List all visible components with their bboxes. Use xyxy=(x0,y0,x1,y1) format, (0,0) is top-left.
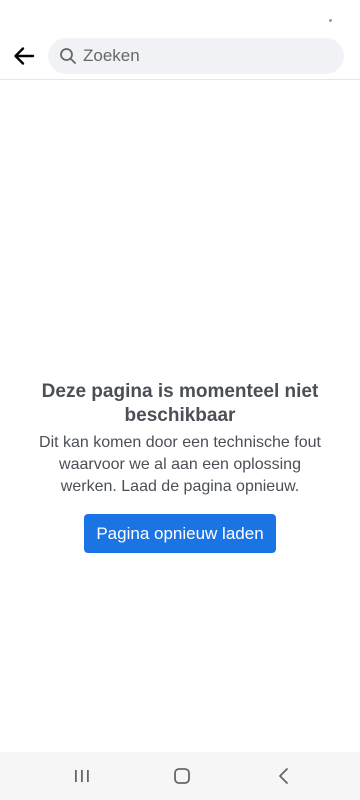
error-title: Deze pagina is momenteel niet beschikbaa… xyxy=(41,381,319,426)
back-arrow-icon xyxy=(14,47,35,65)
error-message: Dit kan komen door een technische fout w… xyxy=(39,434,321,495)
screen: Deze pagina is momenteel niet beschikbaa… xyxy=(0,0,360,800)
system-navigation-bar xyxy=(0,752,360,800)
status-bar xyxy=(0,0,360,30)
recents-icon xyxy=(75,770,89,782)
nav-back-button[interactable] xyxy=(254,752,314,800)
home-button[interactable] xyxy=(152,752,212,800)
search-box[interactable] xyxy=(48,38,344,74)
status-indicator-icon xyxy=(329,19,332,22)
error-block: Deze pagina is momenteel niet beschikbaa… xyxy=(0,380,360,553)
top-bar xyxy=(0,30,360,80)
search-input[interactable] xyxy=(83,46,323,66)
search-icon xyxy=(59,47,77,65)
nav-back-icon xyxy=(279,768,288,784)
back-button[interactable] xyxy=(8,38,40,74)
reload-page-button[interactable]: Pagina opnieuw laden xyxy=(84,514,276,553)
recents-button[interactable] xyxy=(52,752,112,800)
home-icon xyxy=(174,768,190,784)
